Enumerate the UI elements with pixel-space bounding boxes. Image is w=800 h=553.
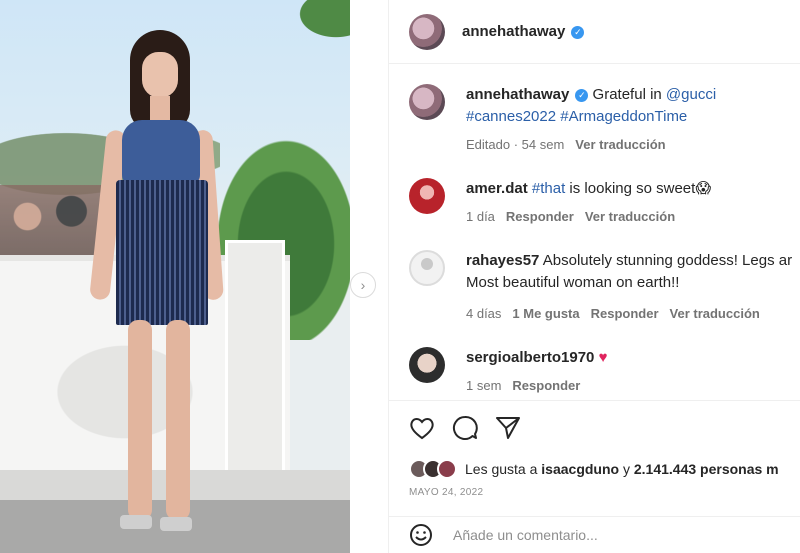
heart-emoji: ♥ (598, 349, 608, 366)
translate-link[interactable]: Ver traducción (670, 303, 760, 325)
post-sidebar: annehathaway ✓ annehathaway ✓ Grateful in … (388, 0, 800, 553)
comment-icon[interactable] (452, 415, 478, 441)
comment-text: is looking so sweet (569, 180, 696, 197)
comment-input[interactable] (453, 527, 753, 543)
comment-likes[interactable]: 1 Me gusta (512, 303, 579, 325)
comment: amer.dat #that is looking so sweet😱 1 dí… (409, 178, 800, 228)
caption-time: Editado · 54 sem (466, 137, 565, 152)
hashtag-link[interactable]: #cannes2022 (466, 108, 556, 125)
verified-icon: ✓ (571, 25, 585, 39)
comment-username[interactable]: rahayes57 (466, 252, 539, 269)
caption-username[interactable]: annehathaway (466, 86, 569, 103)
emoji-icon[interactable] (409, 523, 433, 547)
shoe (120, 515, 152, 529)
comment-text: Absolutely stunning goddess! Legs ar (542, 252, 793, 269)
reply-button[interactable]: Responder (512, 375, 580, 397)
likes-prefix: Les gusta a (465, 461, 538, 477)
avatar[interactable] (409, 13, 445, 50)
likes-summary: Les gusta a isaacgduno y 2.141.443 perso… (409, 459, 781, 479)
comment: rahayes57 Absolutely stunning goddess! L… (409, 250, 800, 325)
add-comment-bar (389, 516, 800, 553)
avatar[interactable] (409, 347, 445, 383)
avatar[interactable] (409, 84, 445, 120)
palm-leaves (280, 0, 350, 50)
leg (128, 320, 152, 520)
post-actions: Les gusta a isaacgduno y 2.141.443 perso… (389, 400, 800, 498)
backdrop-pillar (225, 240, 285, 480)
face (142, 52, 178, 98)
comment-username[interactable]: sergioalberto1970 (466, 349, 594, 366)
chevron-right-icon: › (360, 277, 366, 293)
comment-thread: annehathaway ✓ Grateful in @gucci #cannes… (389, 64, 800, 400)
header-username[interactable]: annehathaway ✓ (462, 23, 585, 40)
translate-link[interactable]: Ver traducción (575, 134, 665, 156)
heart-icon[interactable] (409, 416, 435, 440)
comment-time: 1 día (466, 209, 495, 224)
likes-and: y (622, 461, 630, 477)
comment: sergioalberto1970 ♥ 1 sem Responder (409, 347, 800, 397)
mention-link[interactable]: @gucci (666, 86, 716, 103)
translate-link[interactable]: Ver traducción (585, 206, 675, 228)
reply-button[interactable]: Responder (591, 303, 659, 325)
liker-username[interactable]: isaacgduno (541, 461, 619, 477)
hashtag-link[interactable]: #that (532, 180, 565, 197)
caption-age: 54 sem (521, 137, 565, 152)
shoe (160, 517, 192, 531)
liker-avatars[interactable] (409, 459, 457, 479)
comment-time: 4 días (466, 306, 502, 321)
post-image[interactable] (0, 0, 350, 553)
avatar[interactable] (409, 178, 445, 214)
comment-text: Most beautiful woman on earth!! (466, 274, 680, 291)
username-text: annehathaway (462, 23, 566, 40)
share-icon[interactable] (495, 416, 521, 440)
comment-username[interactable]: amer.dat (466, 180, 528, 197)
emoji: 😱 (695, 180, 711, 197)
leg (166, 320, 190, 520)
comment-time: 1 sem (466, 378, 502, 393)
avatar[interactable] (409, 250, 445, 286)
likes-count[interactable]: 2.141.443 personas m (634, 461, 779, 477)
carousel-next-button[interactable]: › (350, 272, 376, 298)
caption-text: Grateful in (592, 86, 662, 103)
caption: annehathaway ✓ Grateful in @gucci #cannes… (409, 84, 800, 156)
reply-button[interactable]: Responder (506, 206, 574, 228)
hashtag-link[interactable]: #ArmageddonTime (560, 108, 687, 125)
post-date: MAYO 24, 2022 (409, 487, 484, 498)
verified-icon: ✓ (575, 88, 589, 102)
woman-figure (89, 30, 224, 540)
dress-skirt (116, 180, 208, 325)
edited-label: Editado (466, 137, 511, 152)
dress-bodice (122, 120, 200, 185)
post-header: annehathaway ✓ (389, 0, 800, 64)
